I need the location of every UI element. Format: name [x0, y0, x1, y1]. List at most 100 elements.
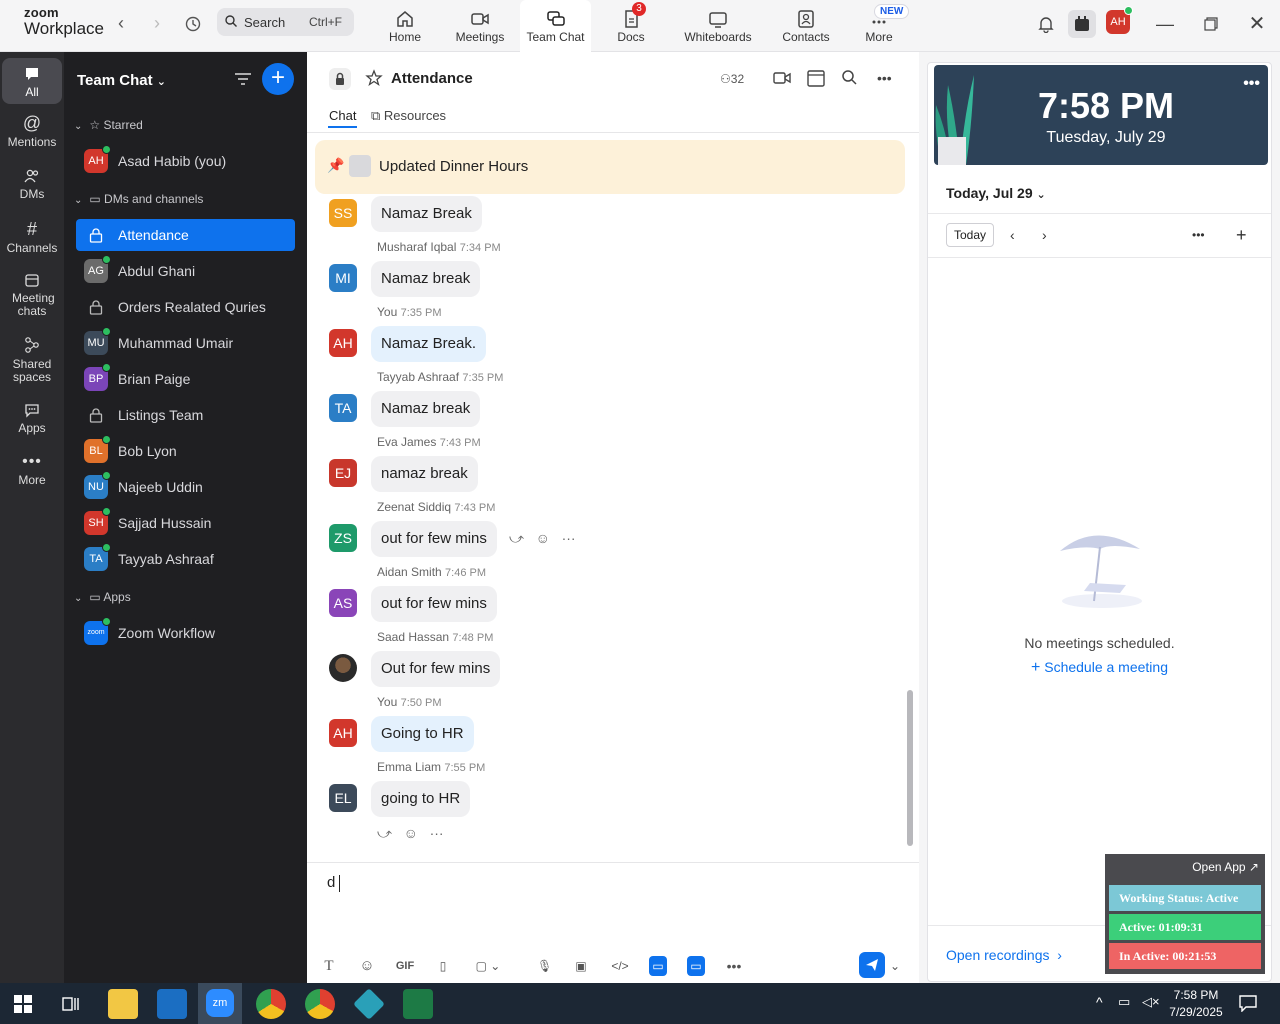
member-count[interactable]: ⚇32: [720, 72, 744, 86]
system-clock[interactable]: 7:58 PM 7/29/2025: [1166, 988, 1226, 1019]
sender-name[interactable]: Musharaf Iqbal: [377, 240, 456, 254]
channel-title[interactable]: Attendance: [391, 70, 473, 87]
more-icon[interactable]: ···: [562, 530, 576, 546]
open-recordings-link[interactable]: Open recordings ›: [946, 947, 1062, 963]
rail-shared-spaces[interactable]: Shared spaces: [2, 336, 62, 384]
sender-name[interactable]: Eva James: [377, 435, 436, 449]
windows-start-icon[interactable]: [14, 995, 32, 1013]
app-icon[interactable]: [1068, 10, 1096, 38]
zoom-taskbar-icon[interactable]: zm: [198, 983, 242, 1024]
message-bubble[interactable]: Namaz break: [371, 261, 481, 297]
app-diamond-icon[interactable]: [353, 988, 385, 1020]
message-bubble[interactable]: namaz break: [371, 456, 478, 492]
clip-icon[interactable]: ▭: [649, 956, 667, 976]
sender-name[interactable]: Zeenat Siddiq: [377, 500, 451, 514]
emoji-reaction-icon[interactable]: ☺: [536, 530, 550, 546]
file-icon[interactable]: ▯: [435, 956, 451, 976]
message-bubble[interactable]: Going to HR: [371, 716, 474, 752]
notification-center-icon[interactable]: [1238, 994, 1258, 1012]
sidebar-item-listings-team[interactable]: Listings Team: [76, 399, 295, 431]
open-app-button[interactable]: Open App ↗: [1192, 860, 1259, 874]
message-bubble[interactable]: Out for few mins: [371, 651, 501, 687]
search-icon[interactable]: [840, 68, 860, 88]
task-view-icon[interactable]: [62, 995, 80, 1013]
nav-tab-whiteboards[interactable]: Whiteboards: [680, 0, 756, 52]
pinned-message-banner[interactable]: 📌 Updated Dinner Hours: [315, 140, 905, 194]
nav-tab-contacts[interactable]: Contacts: [778, 0, 834, 52]
restore-icon[interactable]: [1197, 10, 1225, 38]
nav-tab-team-chat[interactable]: Team Chat: [520, 0, 591, 53]
chrome-icon[interactable]: [256, 989, 286, 1019]
microphone-icon[interactable]: 🎙: [537, 956, 552, 976]
sidebar-item-tayyab-ashraaf[interactable]: TA Tayyab Ashraaf: [76, 543, 295, 575]
back-arrow-icon[interactable]: ‹: [109, 12, 133, 36]
code-snippet-icon[interactable]: </>: [609, 956, 631, 976]
sender-name[interactable]: Tayyab Ashraaf: [377, 370, 459, 384]
star-icon[interactable]: [365, 69, 383, 87]
sidebar-item-bob-lyon[interactable]: BL Bob Lyon: [76, 435, 295, 467]
today-header[interactable]: Today, Jul 29 ⌄: [946, 185, 1046, 201]
rail-dms[interactable]: DMs: [2, 168, 62, 201]
meeting-clip-icon[interactable]: ▭: [687, 956, 705, 976]
sender-name[interactable]: You: [377, 305, 397, 319]
rail-meeting-chats[interactable]: Meeting chats: [2, 272, 62, 318]
screenshot-icon[interactable]: ▢ ⌄: [471, 956, 505, 976]
reply-icon[interactable]: ⤻: [377, 825, 392, 841]
rail-all[interactable]: All: [2, 58, 62, 104]
avatar[interactable]: [329, 654, 357, 682]
rail-apps[interactable]: Apps: [2, 402, 62, 435]
video-call-icon[interactable]: [772, 68, 792, 88]
avatar[interactable]: EL: [329, 784, 357, 812]
history-icon[interactable]: [181, 12, 205, 36]
avatar[interactable]: MI: [329, 264, 357, 292]
sender-name[interactable]: You: [377, 695, 397, 709]
tab-chat[interactable]: Chat: [327, 108, 358, 128]
calendar-icon[interactable]: [806, 68, 826, 88]
avatar[interactable]: ZS: [329, 524, 357, 552]
sidebar-item-brian-paige[interactable]: BP Brian Paige: [76, 363, 295, 395]
volume-icon[interactable]: ◁×: [1142, 995, 1160, 1009]
more-options-icon[interactable]: •••: [1192, 223, 1205, 247]
emoji-icon[interactable]: ☺: [359, 956, 375, 976]
text-format-icon[interactable]: T: [321, 956, 337, 976]
sidebar-item-sajjad-hussain[interactable]: SH Sajjad Hussain: [76, 507, 295, 539]
close-icon[interactable]: ✕: [1243, 10, 1271, 38]
outlook-icon[interactable]: [157, 989, 187, 1019]
send-button[interactable]: [859, 952, 885, 978]
sidebar-item-najeeb-uddin[interactable]: NU Najeeb Uddin: [76, 471, 295, 503]
next-day-icon[interactable]: ›: [1042, 223, 1047, 247]
sidebar-item-orders-realated-quries[interactable]: Orders Realated Quries: [76, 291, 295, 323]
avatar[interactable]: AH: [329, 329, 357, 357]
message-bubble[interactable]: Namaz Break: [371, 196, 482, 232]
message-bubble[interactable]: out for few mins: [371, 521, 497, 557]
minimize-icon[interactable]: —: [1151, 10, 1179, 38]
sidebar-title[interactable]: Team Chat ⌄: [77, 72, 166, 89]
avatar[interactable]: TA: [329, 394, 357, 422]
reply-icon[interactable]: ⤻: [509, 530, 524, 546]
more-options-icon[interactable]: •••: [1243, 75, 1260, 93]
video-message-icon[interactable]: ▣: [571, 956, 591, 976]
message-bubble[interactable]: going to HR: [371, 781, 471, 817]
network-icon[interactable]: ▭: [1118, 995, 1130, 1009]
emoji-reaction-icon[interactable]: ☺: [404, 825, 418, 841]
nav-tab-home[interactable]: Home: [380, 0, 430, 52]
sidebar-item-asad-habib[interactable]: AH Asad Habib (you): [76, 145, 295, 177]
send-options-chevron-icon[interactable]: ⌄: [889, 956, 901, 976]
nav-tab-meetings[interactable]: Meetings: [450, 0, 510, 52]
message-bubble[interactable]: out for few mins: [371, 586, 497, 622]
tab-resources[interactable]: ⧉ Resources: [371, 108, 446, 124]
more-options-icon[interactable]: •••: [877, 68, 897, 88]
rail-more[interactable]: ••• More: [2, 454, 62, 487]
tray-chevron-icon[interactable]: ^: [1096, 995, 1103, 1009]
section-dms-channels[interactable]: ⌄ ▭ DMs and channels: [74, 192, 203, 206]
excel-icon[interactable]: [403, 989, 433, 1019]
file-explorer-icon[interactable]: [108, 989, 138, 1019]
filter-icon[interactable]: [234, 72, 252, 86]
chrome-profile-icon[interactable]: [305, 989, 335, 1019]
new-chat-button[interactable]: +: [262, 63, 294, 95]
rail-mentions[interactable]: @ Mentions: [2, 114, 62, 149]
message-bubble[interactable]: Namaz Break.: [371, 326, 487, 362]
sidebar-item-muhammad-umair[interactable]: MU Muhammad Umair: [76, 327, 295, 359]
more-icon[interactable]: ···: [430, 825, 444, 841]
avatar[interactable]: AS: [329, 589, 357, 617]
